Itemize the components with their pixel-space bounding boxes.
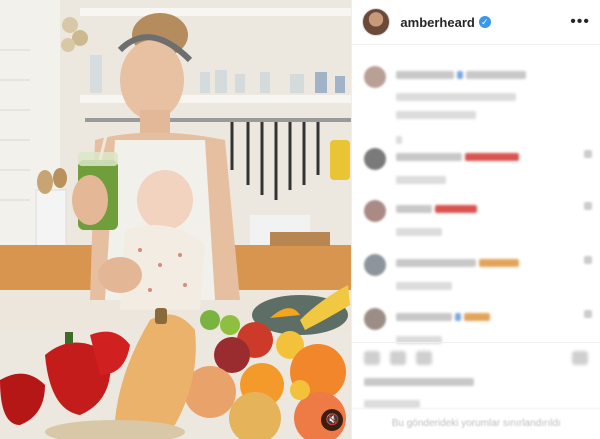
comment-avatar[interactable]	[364, 254, 387, 276]
comment-item	[364, 200, 593, 236]
comment-item	[364, 148, 593, 184]
action-icons	[352, 343, 600, 369]
comment-text-redacted	[396, 148, 592, 184]
heart-icon[interactable]	[584, 310, 593, 318]
instagram-post: 🔇 amberheard ✓ ••• Bu gönderideki yoruml…	[0, 0, 600, 439]
comment-text-redacted	[396, 200, 592, 236]
comment-text-redacted	[396, 254, 592, 290]
comment-avatar[interactable]	[364, 308, 387, 330]
more-icon[interactable]: •••	[570, 13, 590, 31]
caption-text-redacted	[396, 66, 592, 144]
post-header: amberheard ✓ •••	[352, 0, 600, 45]
comment-item	[364, 308, 593, 344]
comment-item	[364, 254, 593, 290]
comments-panel: amberheard ✓ ••• Bu gönderideki yorumlar…	[351, 0, 600, 439]
verified-icon: ✓	[478, 16, 491, 28]
photo-scene	[0, 0, 352, 439]
heart-icon[interactable]	[364, 351, 381, 365]
comment-icon[interactable]	[390, 351, 407, 365]
post-actions	[352, 342, 600, 413]
post-photo[interactable]: 🔇	[0, 0, 352, 439]
avatar[interactable]	[362, 8, 391, 36]
caption-avatar[interactable]	[364, 66, 387, 88]
likes-redacted	[364, 373, 588, 409]
heart-icon[interactable]	[584, 150, 593, 158]
bookmark-icon[interactable]	[572, 351, 588, 365]
comments-limited-notice: Bu gönderideki yorumlar sınırlandırıldı	[352, 408, 600, 439]
username[interactable]: amberheard	[400, 15, 474, 30]
comment-avatar[interactable]	[364, 200, 387, 222]
caption	[364, 66, 592, 144]
share-icon[interactable]	[416, 351, 433, 365]
heart-icon[interactable]	[584, 256, 593, 264]
comment-text-redacted	[396, 308, 592, 344]
comment-avatar[interactable]	[364, 148, 387, 170]
heart-icon[interactable]	[584, 202, 593, 210]
